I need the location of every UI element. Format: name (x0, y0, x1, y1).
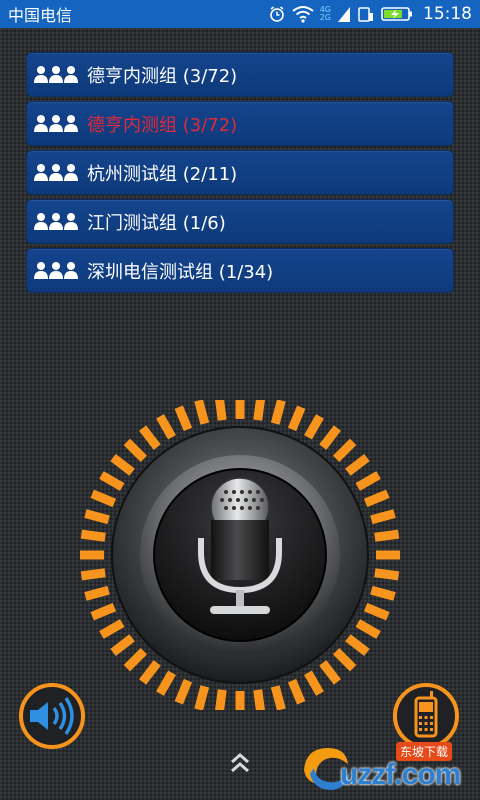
ring-dash (80, 529, 106, 542)
ring-dash (156, 414, 176, 440)
group-label: 杭州测试组 (2/11) (87, 163, 238, 185)
ring-dash (80, 568, 106, 581)
group-label: 江门测试组 (1/6) (87, 212, 226, 234)
group-label: 德亨内测组 (3/72) (87, 65, 238, 87)
group-list: 德亨内测组 (3/72) 德亨内测组 (3/72) 杭州测试组 (2/11) 江… (26, 52, 454, 293)
ring-dash (84, 509, 110, 525)
group-people-icon (34, 163, 78, 181)
status-icons: 4G 2G 15:18 (268, 4, 472, 24)
ring-dash (139, 425, 161, 450)
ring-dash (332, 647, 357, 672)
alarm-icon (268, 5, 286, 23)
ring-dash (319, 660, 341, 685)
ring-dash (363, 602, 390, 621)
ring-dash (194, 400, 210, 425)
ring-dash (270, 685, 286, 710)
group-people-icon (34, 261, 78, 279)
ring-dash (99, 471, 125, 491)
ring-dash (345, 454, 370, 476)
wifi-icon (292, 5, 314, 23)
ring-dash (90, 602, 117, 621)
watermark-logo: uzzf.com 东坡下载 (296, 740, 474, 796)
group-label: 深圳电信测试组 (1/34) (87, 261, 274, 283)
ring-dash (253, 689, 265, 710)
group-item[interactable]: 杭州测试组 (2/11) (26, 150, 454, 195)
ring-dash (287, 678, 306, 705)
status-bar: 中国电信 4G 2G 15:18 (0, 0, 480, 28)
ring-dash (123, 647, 148, 672)
ring-dash (270, 400, 286, 425)
ring-dash (370, 585, 396, 601)
ring-dash (304, 670, 324, 696)
ring-dash (345, 634, 370, 656)
ring-dash (304, 414, 324, 440)
group-people-icon (34, 65, 78, 83)
push-to-talk-button[interactable] (70, 400, 410, 710)
ring-dash (174, 405, 193, 432)
ring-dash (319, 425, 341, 450)
ring-dash (84, 585, 110, 601)
ring-dash (139, 660, 161, 685)
group-item[interactable]: 深圳电信测试组 (1/34) (26, 248, 454, 293)
ring-dash (90, 489, 117, 508)
ring-dash (355, 619, 381, 639)
ring-dash (215, 400, 227, 421)
watermark-text: uzzf.com (340, 758, 461, 791)
group-item-active[interactable]: 德亨内测组 (3/72) (26, 101, 454, 146)
sim-icon (357, 5, 375, 23)
ring-dash (287, 405, 306, 432)
ring-dash (110, 454, 135, 476)
ring-dash (99, 619, 125, 639)
status-time: 15:18 (423, 4, 472, 24)
group-people-icon (34, 212, 78, 230)
ring-dash (174, 678, 193, 705)
push-to-talk-area (70, 400, 410, 710)
battery-icon (381, 5, 413, 23)
ring-dash (363, 489, 390, 508)
ring-dash (123, 438, 148, 463)
ring-dash (215, 689, 227, 710)
cell-bars-icon (337, 5, 351, 23)
signal-icon: 4G 2G (320, 6, 331, 22)
ring-dash (374, 568, 400, 581)
group-people-icon (34, 114, 78, 132)
speaker-button[interactable] (18, 682, 86, 750)
ring-dash (370, 509, 396, 525)
group-item[interactable]: 江门测试组 (1/6) (26, 199, 454, 244)
group-item[interactable]: 德亨内测组 (3/72) (26, 52, 454, 97)
ring-dash (194, 685, 210, 710)
ring-dash (110, 634, 135, 656)
ring-dash (355, 471, 381, 491)
watermark-badge: 东坡下载 (396, 742, 453, 761)
ring-dash (374, 529, 400, 542)
network-2g-label: 2G (319, 13, 331, 22)
ring-dash (332, 438, 357, 463)
carrier-name: 中国电信 (8, 6, 73, 25)
group-label: 德亨内测组 (3/72) (87, 114, 238, 136)
ring-dash (156, 670, 176, 696)
double-chevron-up-icon[interactable] (225, 750, 255, 776)
ring-dash (253, 400, 265, 421)
